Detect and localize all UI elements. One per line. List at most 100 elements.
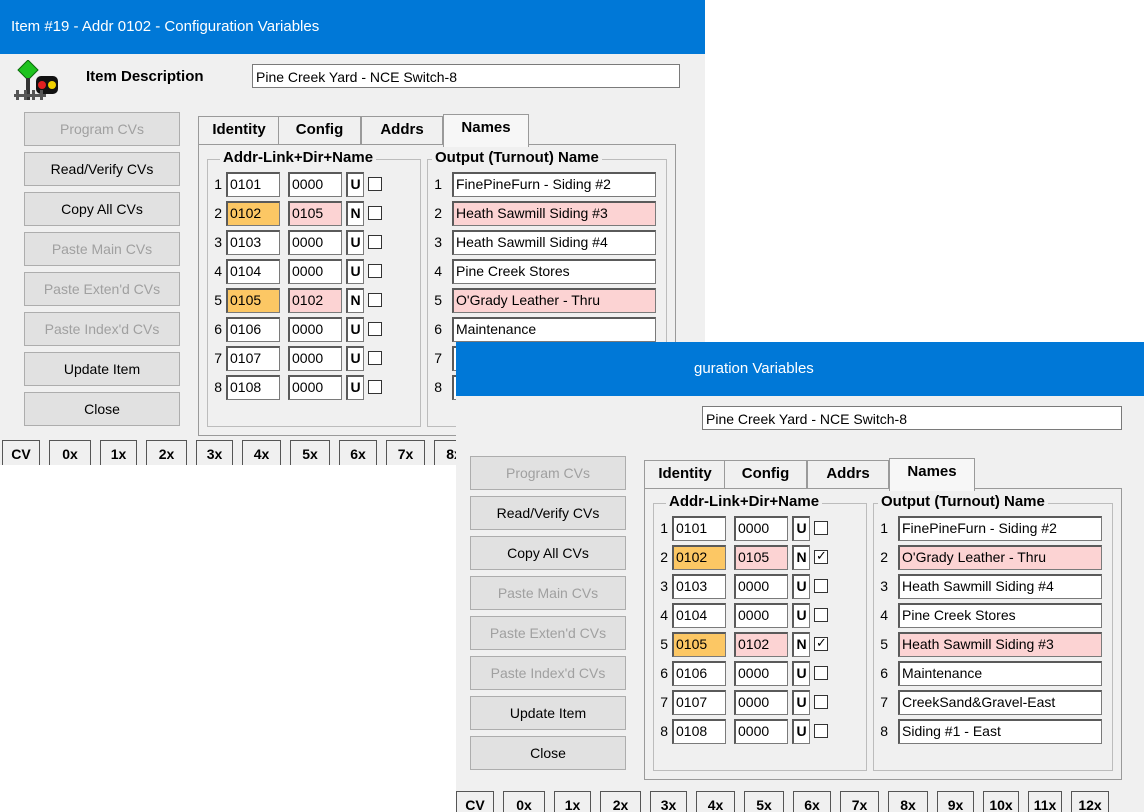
cv-column-6x[interactable]: 6x (339, 440, 377, 465)
link-field[interactable]: 0105 (288, 201, 342, 226)
address-field[interactable]: 0101 (226, 172, 280, 197)
item-description-input[interactable]: Pine Creek Yard - NCE Switch-8 (702, 406, 1122, 430)
direction-field[interactable]: U (346, 259, 364, 284)
cv-column-3x[interactable]: 3x (650, 791, 687, 812)
cv-column-0x[interactable]: 0x (503, 791, 545, 812)
address-field[interactable]: 0105 (672, 632, 726, 657)
paste-index-d-cvs-button[interactable]: Paste Index'd CVs (470, 656, 626, 690)
cv-column-5x[interactable]: 5x (290, 440, 330, 465)
turnout-name-field[interactable]: CreekSand&Gravel-East (898, 690, 1102, 715)
name-checkbox[interactable] (814, 521, 828, 535)
read-verify-cvs-button[interactable]: Read/Verify CVs (470, 496, 626, 530)
cv-column-9x[interactable]: 9x (937, 791, 974, 812)
tab-identity[interactable]: Identity (644, 460, 726, 488)
cv-column-4x[interactable]: 4x (696, 791, 735, 812)
link-field[interactable]: 0000 (734, 603, 788, 628)
turnout-name-field[interactable]: Pine Creek Stores (898, 603, 1102, 628)
turnout-name-field[interactable]: Heath Sawmill Siding #4 (452, 230, 656, 255)
link-field[interactable]: 0000 (734, 574, 788, 599)
turnout-name-field[interactable]: Maintenance (452, 317, 656, 342)
paste-main-cvs-button[interactable]: Paste Main CVs (470, 576, 626, 610)
address-field[interactable]: 0107 (226, 346, 280, 371)
link-field[interactable]: 0000 (734, 661, 788, 686)
address-field[interactable]: 0107 (672, 690, 726, 715)
update-item-button[interactable]: Update Item (470, 696, 626, 730)
link-field[interactable]: 0000 (288, 230, 342, 255)
direction-field[interactable]: U (792, 603, 810, 628)
name-checkbox[interactable] (368, 322, 382, 336)
program-cvs-button[interactable]: Program CVs (470, 456, 626, 490)
direction-field[interactable]: U (792, 690, 810, 715)
turnout-name-field[interactable]: Maintenance (898, 661, 1102, 686)
name-checkbox[interactable] (368, 264, 382, 278)
tab-config[interactable]: Config (278, 116, 361, 144)
name-checkbox[interactable] (368, 351, 382, 365)
copy-all-cvs-button[interactable]: Copy All CVs (24, 192, 180, 226)
link-field[interactable]: 0105 (734, 545, 788, 570)
cv-column-10x[interactable]: 10x (983, 791, 1019, 812)
paste-index-d-cvs-button[interactable]: Paste Index'd CVs (24, 312, 180, 346)
address-field[interactable]: 0103 (672, 574, 726, 599)
cv-column-5x[interactable]: 5x (744, 791, 784, 812)
address-field[interactable]: 0108 (226, 375, 280, 400)
turnout-name-field[interactable]: Heath Sawmill Siding #3 (898, 632, 1102, 657)
name-checkbox[interactable] (368, 177, 382, 191)
read-verify-cvs-button[interactable]: Read/Verify CVs (24, 152, 180, 186)
cv-column-11x[interactable]: 11x (1028, 791, 1062, 812)
tab-config[interactable]: Config (724, 460, 807, 488)
address-field[interactable]: 0102 (672, 545, 726, 570)
direction-field[interactable]: U (792, 574, 810, 599)
address-field[interactable]: 0101 (672, 516, 726, 541)
link-field[interactable]: 0000 (734, 516, 788, 541)
address-field[interactable]: 0104 (672, 603, 726, 628)
address-field[interactable]: 0106 (672, 661, 726, 686)
turnout-name-field[interactable]: Heath Sawmill Siding #3 (452, 201, 656, 226)
cv-column-8x[interactable]: 8x (888, 791, 928, 812)
turnout-name-field[interactable]: Heath Sawmill Siding #4 (898, 574, 1102, 599)
direction-field[interactable]: U (346, 172, 364, 197)
cv-column-3x[interactable]: 3x (196, 440, 233, 465)
link-field[interactable]: 0000 (288, 259, 342, 284)
tab-addrs[interactable]: Addrs (361, 116, 443, 144)
cv-column-1x[interactable]: 1x (554, 791, 591, 812)
cv-column-0x[interactable]: 0x (49, 440, 91, 465)
direction-field[interactable]: N (792, 632, 810, 657)
cv-column-4x[interactable]: 4x (242, 440, 281, 465)
direction-field[interactable]: U (792, 661, 810, 686)
cv-column-7x[interactable]: 7x (386, 440, 425, 465)
name-checkbox[interactable] (368, 235, 382, 249)
name-checkbox[interactable] (368, 380, 382, 394)
name-checkbox[interactable] (814, 666, 828, 680)
name-checkbox[interactable] (814, 608, 828, 622)
address-field[interactable]: 0103 (226, 230, 280, 255)
link-field[interactable]: 0000 (288, 172, 342, 197)
direction-field[interactable]: U (792, 719, 810, 744)
update-item-button[interactable]: Update Item (24, 352, 180, 386)
name-checkbox[interactable] (814, 724, 828, 738)
tab-names[interactable]: Names (889, 458, 975, 491)
cv-column-6x[interactable]: 6x (793, 791, 831, 812)
link-field[interactable]: 0000 (734, 690, 788, 715)
paste-main-cvs-button[interactable]: Paste Main CVs (24, 232, 180, 266)
direction-field[interactable]: N (346, 201, 364, 226)
direction-field[interactable]: U (346, 230, 364, 255)
direction-field[interactable]: U (792, 516, 810, 541)
address-field[interactable]: 0104 (226, 259, 280, 284)
cv-column-2x[interactable]: 2x (600, 791, 641, 812)
direction-field[interactable]: N (792, 545, 810, 570)
program-cvs-button[interactable]: Program CVs (24, 112, 180, 146)
name-checkbox[interactable] (814, 579, 828, 593)
cv-column-1x[interactable]: 1x (100, 440, 137, 465)
address-field[interactable]: 0105 (226, 288, 280, 313)
direction-field[interactable]: U (346, 346, 364, 371)
address-field[interactable]: 0102 (226, 201, 280, 226)
cv-column-7x[interactable]: 7x (840, 791, 879, 812)
address-field[interactable]: 0108 (672, 719, 726, 744)
turnout-name-field[interactable]: O'Grady Leather - Thru (452, 288, 656, 313)
copy-all-cvs-button[interactable]: Copy All CVs (470, 536, 626, 570)
cv-column-12x[interactable]: 12x (1071, 791, 1109, 812)
address-field[interactable]: 0106 (226, 317, 280, 342)
link-field[interactable]: 0000 (288, 346, 342, 371)
name-checkbox[interactable] (814, 695, 828, 709)
direction-field[interactable]: U (346, 375, 364, 400)
